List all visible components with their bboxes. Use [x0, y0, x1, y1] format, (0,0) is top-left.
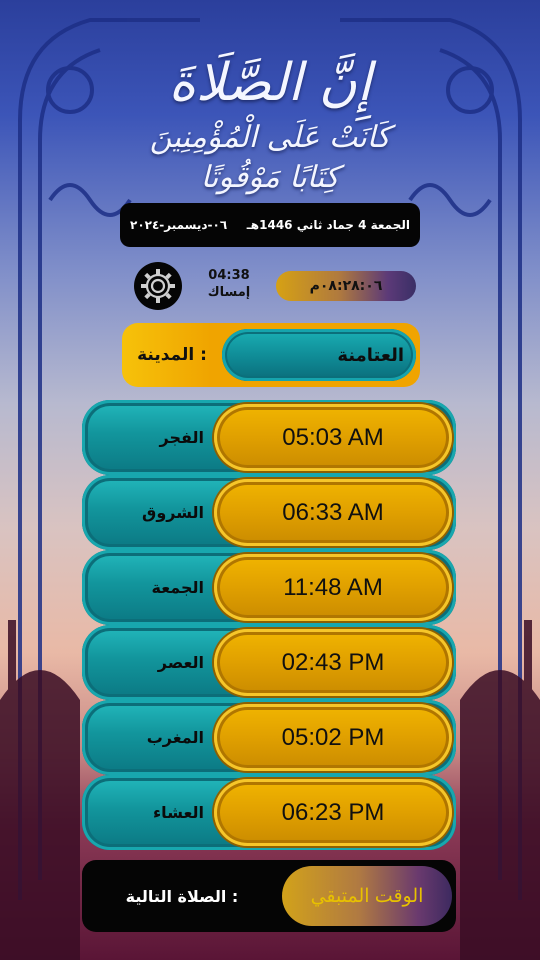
countdown-timer: ٠٨:٢٨:٠٦م — [276, 271, 416, 301]
prayer-name: الشروق — [142, 503, 204, 522]
prayer-name: العشاء — [153, 803, 204, 822]
remaining-time: الوقت المتبقي — [282, 866, 452, 926]
gear-icon — [141, 269, 175, 303]
imsak-label: إمساك — [207, 285, 251, 300]
prayer-time: 05:02 PM — [214, 704, 452, 771]
prayer-row-maghrib: المغرب 05:02 PM — [82, 700, 456, 775]
prayer-time: 11:48 AM — [214, 554, 452, 621]
prayer-row-fajr: الفجر 05:03 AM — [82, 400, 456, 475]
date-bar: الجمعة 4 جماد ثاني 1446هـ ٠٦-ديسمبر-٢٠٢٤ — [120, 203, 420, 247]
countdown-value: ٠٨:٢٨:٠٦م — [309, 278, 383, 294]
gregorian-date: ٠٦-ديسمبر-٢٠٢٤ — [130, 218, 228, 232]
prayer-time: 06:23 PM — [214, 779, 452, 846]
prayer-name: الجمعة — [151, 578, 204, 597]
next-prayer-label: الصلاة التالية : — [125, 886, 239, 906]
prayer-row-isha: العشاء 06:23 PM — [82, 775, 456, 850]
next-prayer-bar: الصلاة التالية : الوقت المتبقي — [82, 860, 456, 932]
prayer-name: العصر — [157, 653, 204, 672]
hijri-date: الجمعة 4 جماد ثاني 1446هـ — [246, 218, 410, 232]
imsak-value: 04:38 — [208, 268, 250, 283]
quran-calligraphy: إِنَّ الصَّلَاةَ كَانَتْ عَلَى الْمُؤْمِ… — [130, 48, 410, 198]
prayer-times-list: الفجر 05:03 AM الشروق 06:33 AM الجمعة 11… — [82, 400, 456, 850]
prayer-row-sunrise: الشروق 06:33 AM — [82, 475, 456, 550]
city-value[interactable]: العتامنة — [222, 329, 416, 381]
city-label: المدينة : — [137, 345, 207, 365]
prayer-name: المغرب — [146, 728, 204, 747]
prayer-row-jumuah: الجمعة 11:48 AM — [82, 550, 456, 625]
imsak-time: 04:38 إمساك — [196, 268, 262, 302]
prayer-row-asr: العصر 02:43 PM — [82, 625, 456, 700]
city-selector[interactable]: المدينة : العتامنة — [122, 323, 420, 387]
prayer-time: 02:43 PM — [214, 629, 452, 696]
prayer-time: 05:03 AM — [214, 404, 452, 471]
settings-button[interactable] — [134, 262, 182, 310]
calligraphy-line-2: كَانَتْ عَلَى الْمُؤْمِنِينَ كِتَابًا مَ… — [149, 120, 391, 195]
prayer-name: الفجر — [159, 428, 205, 447]
prayer-time: 06:33 AM — [214, 479, 452, 546]
calligraphy-line-1: إِنَّ الصَّلَاةَ — [168, 53, 372, 113]
